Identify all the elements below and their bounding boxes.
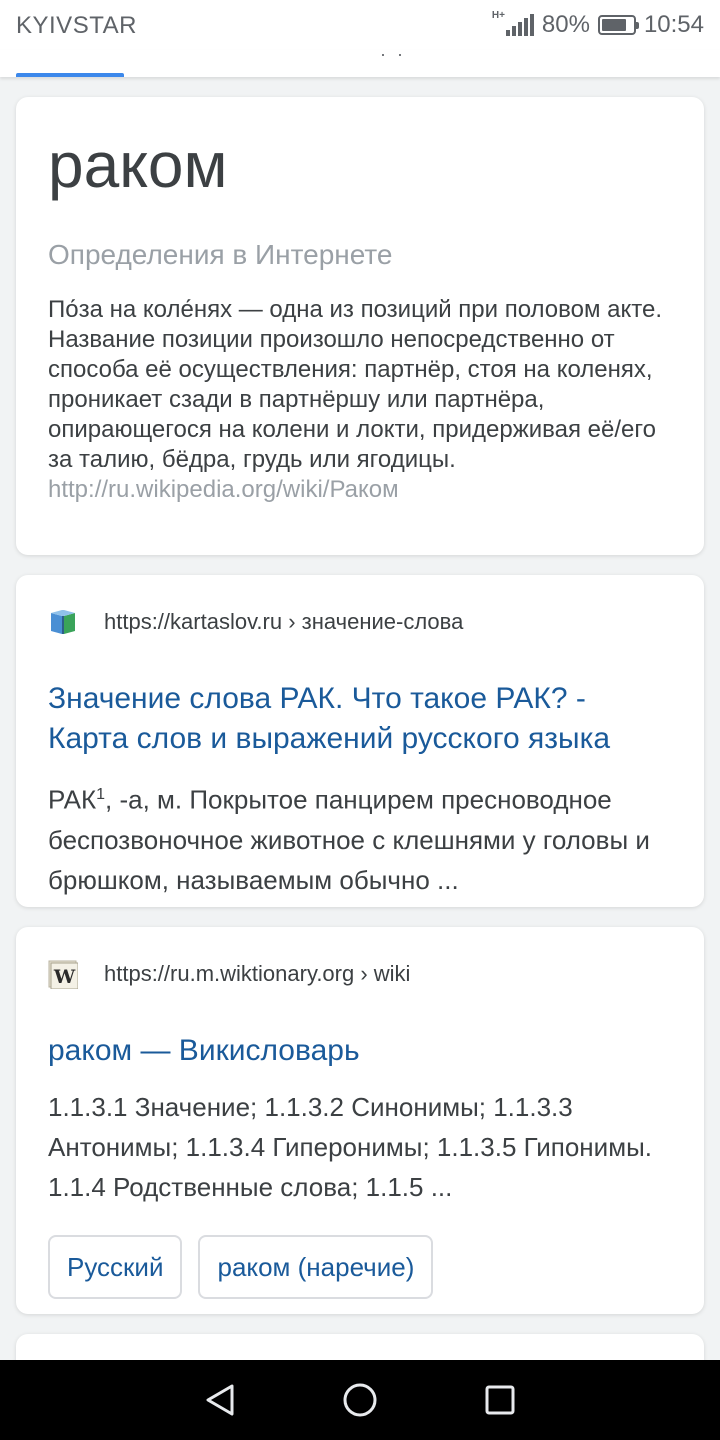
definition-subtitle: Определения в Интернете xyxy=(48,239,393,270)
book-icon xyxy=(48,607,78,637)
battery-percent: 80% xyxy=(541,11,590,38)
definition-title: раком xyxy=(48,129,228,201)
back-triangle-icon[interactable] xyxy=(198,1378,242,1422)
tab-strip: · · xyxy=(0,44,720,77)
status-indicators: H+ 80% 10:54 xyxy=(492,10,704,39)
active-tab-indicator[interactable] xyxy=(16,73,124,77)
result-title-link[interactable]: Значение слова РАК. Что такое РАК? - Кар… xyxy=(48,679,672,759)
search-result: https://kartaslov.ru › значение-слова Зн… xyxy=(16,575,704,907)
definition-card: раком Определения в Интернете По́за на к… xyxy=(16,97,704,555)
result-snippet: 1.1.3.1 Значение; 1.1.3.2 Синонимы; 1.1.… xyxy=(48,1092,652,1202)
result-header[interactable]: W https://ru.m.wiktionary.org › wiki xyxy=(48,951,672,997)
search-result: W https://ru.m.wiktionary.org › wiki рак… xyxy=(16,927,704,1314)
result-snippet: РАК1, -а, м. Покрытое панцирем пресновод… xyxy=(48,784,650,895)
clock: 10:54 xyxy=(643,11,704,38)
home-circle-icon[interactable] xyxy=(338,1378,382,1422)
definition-source-link[interactable]: http://ru.wikipedia.org/wiki/Раком xyxy=(48,475,672,505)
definition-text: По́за на коле́нях — одна из позиций при … xyxy=(48,296,663,473)
chip-rakom-adverb[interactable]: раком (наречие) xyxy=(198,1235,434,1299)
more-dots: · · xyxy=(380,44,406,64)
recents-square-icon[interactable] xyxy=(478,1378,522,1422)
signal-icon: H+ xyxy=(492,10,534,36)
result-url: https://ru.m.wiktionary.org › wiki xyxy=(104,961,411,986)
wiktionary-icon: W xyxy=(48,959,78,989)
carrier-label: KYIVSTAR xyxy=(16,12,137,39)
result-title-link[interactable]: раком — Викисловарь xyxy=(48,1031,672,1071)
result-url: https://kartaslov.ru › значение-слова xyxy=(104,609,464,634)
result-chips: Русский раком (наречие) xyxy=(48,1235,672,1299)
chip-russian[interactable]: Русский xyxy=(48,1235,183,1299)
status-bar: KYIVSTAR H+ 80% 10:54 xyxy=(0,0,720,50)
battery-icon xyxy=(597,15,639,35)
result-header[interactable]: https://kartaslov.ru › значение-слова xyxy=(48,599,672,645)
navigation-bar xyxy=(0,1360,720,1440)
network-type: H+ xyxy=(491,10,505,21)
wiktionary-letter: W xyxy=(53,966,76,988)
